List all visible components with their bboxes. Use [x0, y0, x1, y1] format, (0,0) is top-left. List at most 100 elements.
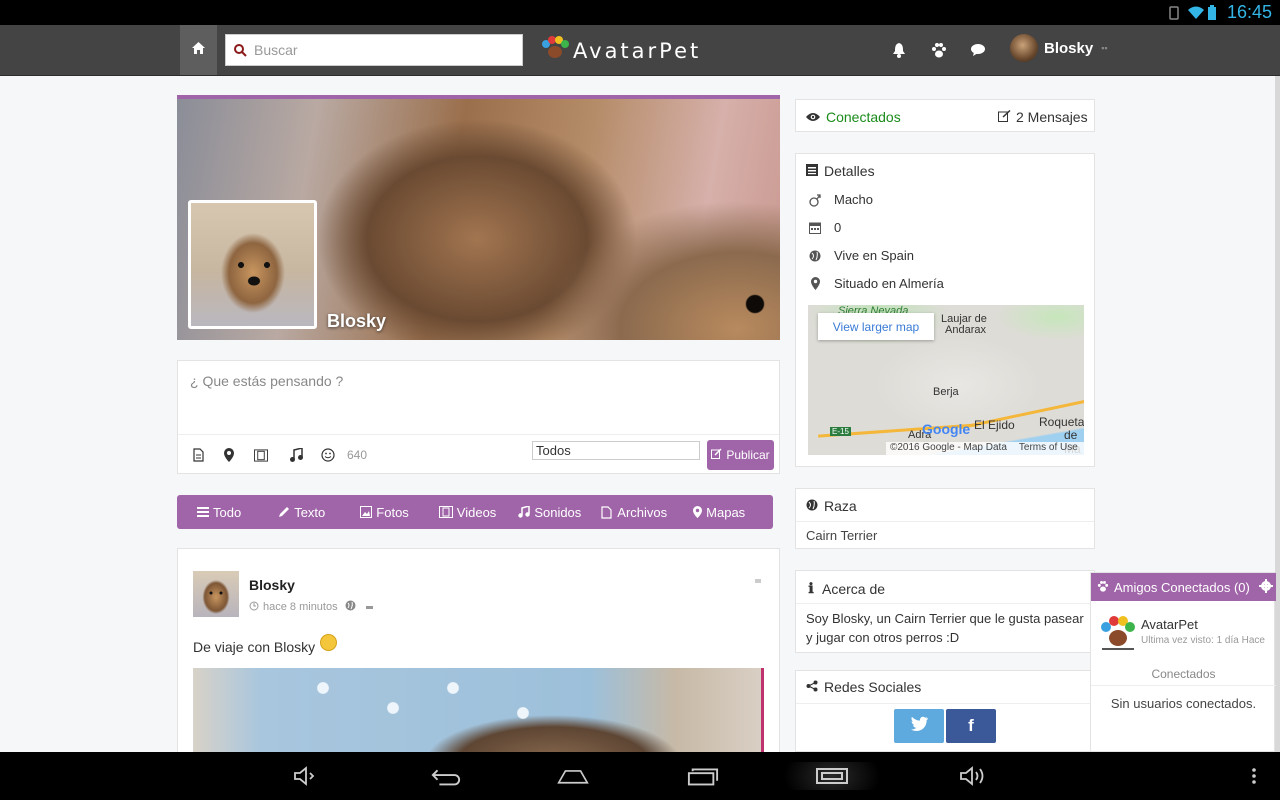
friend-name[interactable]: AvatarPet: [1141, 617, 1198, 632]
recent-apps-icon[interactable]: [687, 762, 719, 790]
calendar-icon: [808, 221, 822, 235]
search-input[interactable]: [254, 42, 514, 58]
globe-icon: [806, 498, 818, 514]
breed-value: Cairn Terrier: [806, 528, 878, 543]
detail-age: 0: [808, 220, 841, 235]
facebook-icon: f: [968, 716, 974, 735]
search-icon: [226, 43, 254, 57]
edit-icon: [711, 448, 722, 462]
social-heading: Redes Sociales: [806, 679, 921, 695]
detail-gender: Macho: [808, 192, 873, 207]
terms-link[interactable]: Terms of Use: [1019, 442, 1078, 455]
smile-icon[interactable]: [321, 448, 335, 462]
status-bar: 16:45: [0, 0, 1280, 25]
map-label: Andarax: [945, 324, 986, 336]
film-icon: [438, 506, 453, 518]
road-sign: E-15: [830, 427, 851, 436]
connected-status[interactable]: Conectados: [806, 109, 901, 125]
post-text: De viaje con Blosky: [193, 634, 338, 655]
paw-icon[interactable]: [930, 41, 948, 59]
friend-avatar[interactable]: [1099, 615, 1137, 653]
eye-icon: [806, 109, 820, 125]
twitter-button[interactable]: [894, 709, 944, 743]
no-users-text: Sin usuarios conectados.: [1110, 696, 1257, 711]
bell-icon[interactable]: [890, 41, 908, 59]
filter-all[interactable]: Todo: [197, 505, 241, 520]
post-image[interactable]: [193, 668, 764, 757]
back-icon[interactable]: [430, 762, 462, 790]
overflow-menu-icon[interactable]: [1240, 762, 1268, 790]
char-counter: 640: [347, 448, 368, 462]
clock-icon: [249, 601, 259, 614]
search-box[interactable]: [225, 34, 523, 66]
filter-files[interactable]: Archivos: [601, 505, 667, 520]
profile-picture[interactable]: [188, 200, 317, 329]
volume-down-icon[interactable]: [289, 762, 321, 790]
composer-toolbar: 640 Todos Publicar: [178, 434, 779, 474]
privacy-icon[interactable]: [365, 605, 373, 609]
caret-down-icon: ▪▪: [1101, 43, 1108, 53]
filter-maps[interactable]: Mapas: [693, 505, 745, 520]
location-map[interactable]: Sierra Nevada Laujar de Andarax Berja El…: [808, 305, 1084, 455]
detail-location: Situado en Almería: [808, 276, 944, 291]
about-heading: ℹ Acerca de: [806, 580, 885, 597]
globe-icon: [808, 249, 822, 263]
post-author-avatar[interactable]: [193, 571, 239, 617]
filter-photos[interactable]: Fotos: [360, 505, 409, 520]
filter-text[interactable]: Texto: [278, 505, 325, 520]
scrollbar[interactable]: [1275, 76, 1280, 752]
android-nav-bar: [0, 752, 1280, 800]
divider: [1091, 685, 1276, 686]
logo-text: AvatarPet: [573, 38, 702, 63]
post-menu-button[interactable]: [755, 579, 761, 583]
paw-icon: [1097, 580, 1109, 595]
map-marker-icon[interactable]: [222, 448, 236, 462]
user-menu[interactable]: Blosky ▪▪: [1010, 34, 1108, 62]
facebook-button[interactable]: f: [946, 709, 996, 743]
clock: 16:45: [1226, 2, 1272, 22]
post-filters: Todo Texto Fotos Videos Sonidos Archivos…: [177, 495, 773, 529]
home-button[interactable]: [180, 25, 217, 75]
about-panel: ℹ Acerca de Soy Blosky, un Cairn Terrier…: [795, 570, 1095, 653]
logo[interactable]: AvatarPet: [541, 36, 701, 65]
divider: [796, 521, 1094, 522]
battery-icon: [1207, 4, 1221, 21]
friends-header[interactable]: Amigos Conectados (0): [1091, 573, 1276, 601]
map-label: Berja: [933, 386, 959, 398]
map-credits: ©2016 Google - Map Data Terms of Use: [886, 442, 1084, 455]
volume-up-icon[interactable]: [957, 762, 989, 790]
details-panel: Detalles Macho 0 Vive en Spain Situado e…: [795, 153, 1095, 467]
user-name: Blosky: [1044, 39, 1094, 57]
home-icon[interactable]: [557, 762, 589, 790]
filter-videos[interactable]: Videos: [438, 505, 496, 520]
grin-emoji-icon: [320, 634, 338, 651]
gender-icon: [808, 193, 822, 207]
twitter-icon: [910, 716, 928, 736]
post-author[interactable]: Blosky: [249, 577, 295, 593]
filter-sounds[interactable]: Sonidos: [518, 505, 581, 520]
film-icon[interactable]: [254, 448, 268, 462]
friends-online-panel: Amigos Conectados (0) AvatarPet Ultima v…: [1090, 572, 1276, 752]
home-icon: [192, 41, 205, 59]
file-icon[interactable]: [191, 448, 205, 462]
list-alt-icon: [806, 163, 818, 179]
image-icon: [360, 506, 373, 518]
paw-logo-icon: [541, 36, 569, 65]
screenshot-icon[interactable]: [777, 762, 887, 790]
about-text: Soy Blosky, un Cairn Terrier que le gust…: [806, 611, 1084, 645]
messages-link[interactable]: 2 Mensajes: [998, 109, 1088, 125]
comments-icon[interactable]: [970, 41, 988, 59]
music-icon[interactable]: [289, 448, 303, 462]
friend-last-seen: Ultima vez visto: 1 día Hace: [1141, 635, 1265, 646]
post-composer: ¿ Que estás pensando ? 640 Todos Publica…: [177, 360, 780, 474]
info-icon: ℹ: [808, 580, 814, 596]
view-larger-map-link[interactable]: View larger map: [818, 313, 934, 340]
composer-input[interactable]: ¿ Que estás pensando ?: [190, 373, 343, 389]
gear-icon[interactable]: [1259, 579, 1273, 593]
privacy-select[interactable]: Todos: [532, 441, 700, 460]
map-label: El Ejido: [974, 418, 1015, 432]
details-heading: Detalles: [806, 163, 875, 179]
publish-button[interactable]: Publicar: [707, 440, 774, 470]
wifi-icon: [1187, 5, 1204, 21]
globe-icon: [345, 600, 356, 614]
